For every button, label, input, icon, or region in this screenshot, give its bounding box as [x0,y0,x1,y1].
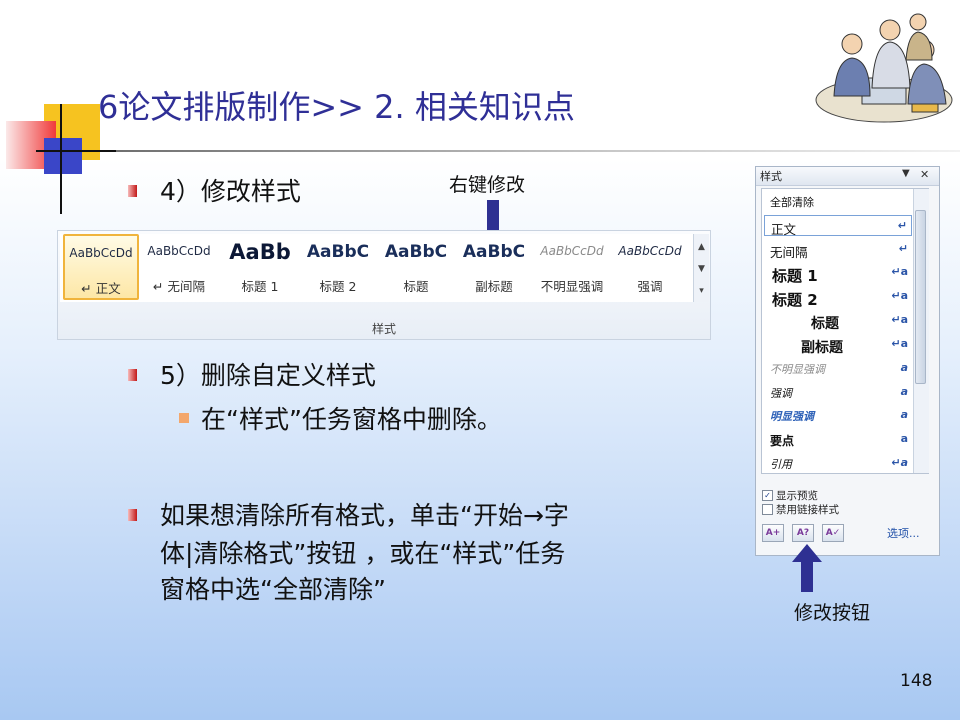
pane-style-title[interactable]: 标题 ↵a [764,310,912,332]
clear-format-line-3: 窗格中选“全部清除” [160,575,386,604]
callout-right-click: 右键修改 [449,174,526,196]
pane-style-subtitle[interactable]: 副标题 ↵a [764,334,912,356]
gallery-scrollbar: ▲ ▼ ▾ [693,234,709,302]
pane-style-quote[interactable]: 引用 ↵a [764,453,912,474]
style-subtitle[interactable]: AaBbC 副标题 [456,234,532,300]
style-heading-2[interactable]: AaBbC 标题 2 [300,234,376,300]
char-style-icon: a [900,432,908,445]
linked-style-icon: ↵a [891,313,908,326]
paragraph-mark-icon: ↵ [898,242,908,255]
disable-linked-styles-checkbox[interactable] [762,504,773,515]
title-underline [86,150,960,152]
linked-style-icon: ↵a [891,456,908,469]
bullet-marker [128,185,137,197]
paragraph-mark-icon: ↵ [897,219,907,232]
pane-style-heading-1[interactable]: 标题 1 ↵a [764,262,912,285]
style-heading-1[interactable]: AaBb 标题 1 [222,234,298,300]
callout-modify-button: 修改按钮 [794,602,871,624]
clear-format-line-1: 如果想清除所有格式，单击“开始→字 [160,501,569,530]
bullet-marker [128,509,137,521]
pane-style-strong[interactable]: 要点 a [764,429,912,450]
sub-bullet-marker [179,413,189,423]
style-emphasis[interactable]: AaBbCcDd 强调 [612,234,688,300]
style-clear-all[interactable]: 全部清除 [764,191,912,212]
manage-styles-button[interactable]: A✓ [822,524,844,542]
show-preview-checkbox[interactable]: ✓ [762,490,773,501]
pane-style-heading-2[interactable]: 标题 2 ↵a [764,286,912,309]
pane-style-no-spacing[interactable]: 无间隔 ↵ [764,239,912,260]
decor-vertical-line [60,104,62,214]
linked-style-icon: ↵a [891,265,908,278]
show-preview-label: 显示预览 [776,490,818,502]
pane-style-normal[interactable]: 正文 ↵ [764,215,912,237]
disable-linked-styles-label: 禁用链接样式 [776,504,839,516]
pane-header [756,167,939,186]
pane-menu-icon[interactable]: ▼ [902,168,910,179]
bullet-marker [128,369,137,381]
bullet-delete-custom-style: 5）删除自定义样式 [160,361,376,390]
new-style-button[interactable]: A+ [762,524,784,542]
style-no-spacing[interactable]: AaBbCcDd ↵ 无间隔 [141,234,217,300]
pane-title: 样式 [760,170,782,183]
meeting-clipart-icon [815,13,953,123]
close-icon[interactable]: ✕ [920,168,929,181]
pane-style-intense-emphasis[interactable]: 明显强调 a [764,405,912,426]
options-link[interactable]: 选项... [887,525,920,541]
page-number: 148 [900,671,933,691]
ribbon-group-label: 样式 [371,322,396,336]
style-normal[interactable]: AaBbCcDd ↵ 正文 [63,234,139,300]
scroll-up-icon[interactable]: ▲ [694,236,709,258]
style-inspector-button[interactable]: A? [792,524,814,542]
scroll-down-icon[interactable]: ▼ [694,258,709,280]
char-style-icon: a [900,361,908,374]
linked-style-icon: ↵a [891,337,908,350]
decor-blue-square [44,138,82,174]
scroll-thumb[interactable] [915,210,926,384]
pane-style-emphasis[interactable]: 强调 a [764,382,912,403]
linked-style-icon: ↵a [891,289,908,302]
slide-title: 6论文排版制作>> 2. 相关知识点 [98,88,575,126]
gallery-more-icon[interactable]: ▾ [694,280,709,302]
char-style-icon: a [900,408,908,421]
decor-horizontal-line [36,150,116,152]
style-title[interactable]: AaBbC 标题 [378,234,454,300]
arrow-up-icon [792,544,822,592]
sub-bullet-delete-in-pane: 在“样式”任务窗格中删除。 [201,405,502,434]
bullet-modify-style: 4）修改样式 [160,177,301,206]
char-style-icon: a [900,385,908,398]
pane-style-subtle-emphasis[interactable]: 不明显强调 a [764,358,912,379]
clear-format-line-2: 体|清除格式”按钮 ，或在“样式”任务 [160,539,566,568]
style-subtle-emphasis[interactable]: AaBbCcDd 不明显强调 [534,234,610,300]
